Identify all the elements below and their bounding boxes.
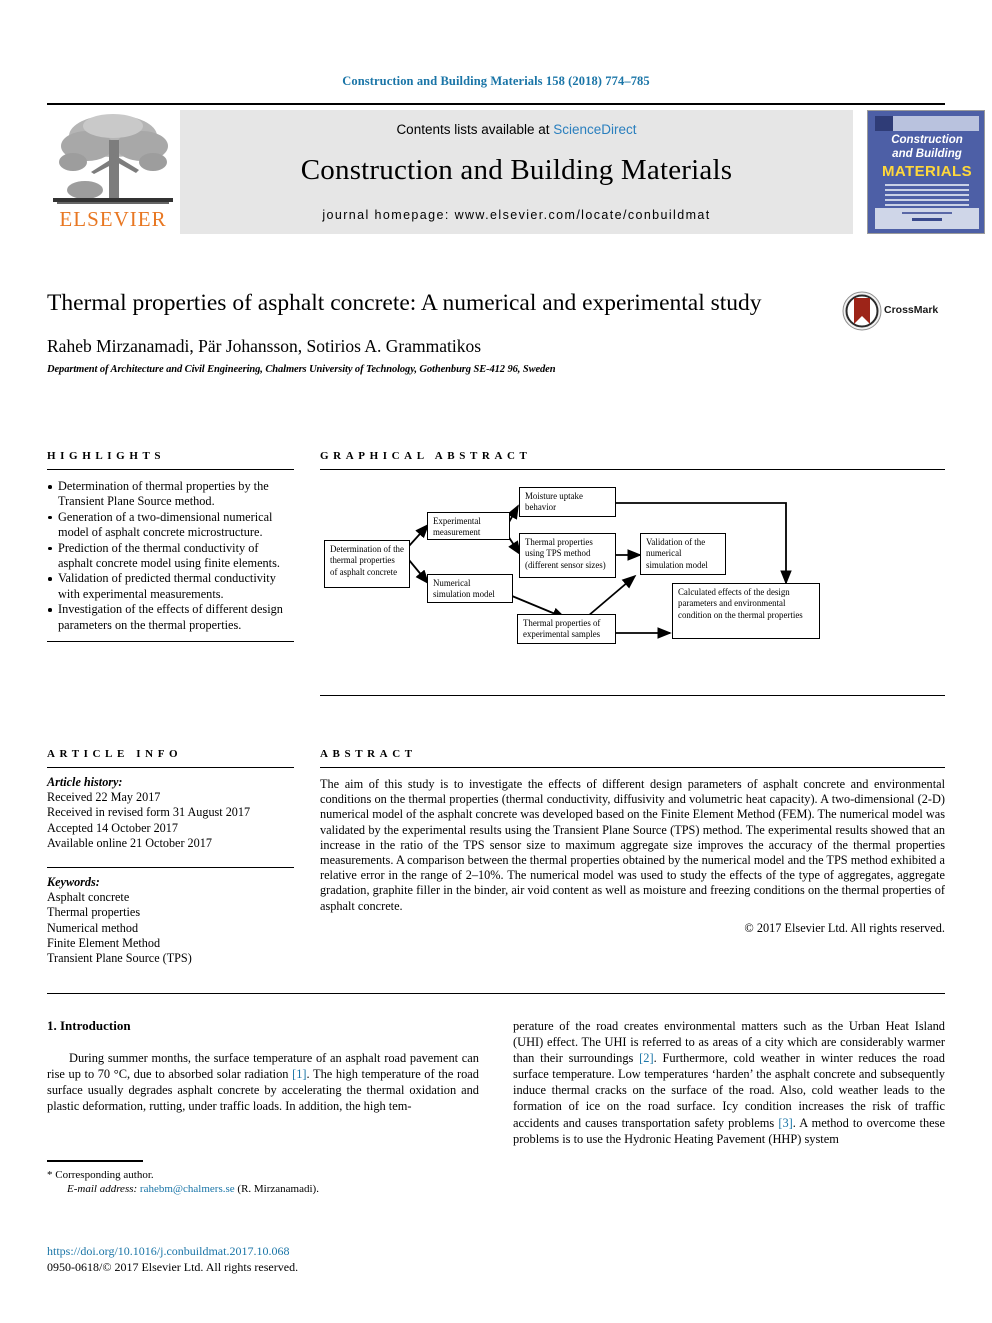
- contents-prefix: Contents lists available at: [396, 122, 554, 137]
- body-separator-rule: [47, 993, 945, 994]
- highlights-list: Determination of thermal properties by t…: [47, 479, 294, 633]
- history-item: Received 22 May 2017: [47, 790, 161, 805]
- corresponding-author-text: Corresponding author.: [55, 1168, 154, 1181]
- abstract-heading: Abstract: [320, 748, 417, 760]
- abstract-text: The aim of this study is to investigate …: [320, 777, 945, 913]
- graphical-abstract-bottom-rule: [320, 695, 945, 696]
- contents-line: Contents lists available at ScienceDirec…: [180, 122, 853, 137]
- email-line: E-mail address: rahebm@chalmers.se (R. M…: [47, 1182, 479, 1196]
- keywords-rule: [47, 867, 294, 869]
- introduction-column-right: perature of the road creates environment…: [513, 1018, 945, 1147]
- graphical-abstract-figure: Determination of the thermal properties …: [320, 478, 945, 693]
- corresponding-marker: *: [47, 1168, 53, 1181]
- email-link[interactable]: rahebm@chalmers.se: [140, 1183, 235, 1195]
- list-item: Prediction of the thermal conductivity o…: [47, 541, 294, 572]
- masthead-top-rule: [47, 103, 945, 105]
- cover-line-2: and Building: [892, 148, 962, 160]
- highlights-heading: Highlights: [47, 450, 166, 462]
- journal-title: Construction and Building Materials: [300, 154, 733, 186]
- keyword-item: Thermal properties: [47, 905, 141, 920]
- ga-box-tps-properties: Thermal properties using TPS method (dif…: [519, 533, 616, 578]
- keyword-item: Numerical method: [47, 920, 139, 935]
- article-info-section: Article info Article history: Received 2…: [47, 748, 294, 966]
- corresponding-author-line: * Corresponding author.: [47, 1168, 479, 1182]
- paper-page: Construction and Building Materials 158 …: [0, 0, 992, 1323]
- abstract-copyright: © 2017 Elsevier Ltd. All rights reserved…: [744, 920, 945, 935]
- article-info-heading: Article info: [47, 748, 183, 760]
- list-item: Investigation of the effects of differen…: [47, 602, 294, 633]
- author-names: Raheb Mirzanamadi, Pär Johansson, Sotiri…: [47, 336, 482, 356]
- crossmark-icon: [842, 291, 882, 331]
- history-item: Received in revised form 31 August 2017: [47, 805, 251, 820]
- graphical-abstract-arrows: [408, 502, 792, 639]
- footnote-rule: [47, 1160, 143, 1162]
- graphical-abstract-rule: [320, 469, 945, 470]
- highlights-rule: [47, 469, 294, 470]
- doi-link[interactable]: https://doi.org/10.1016/j.conbuildmat.20…: [47, 1243, 547, 1259]
- ga-box-calculated: Calculated effects of the design paramet…: [672, 583, 820, 639]
- crossmark-badge[interactable]: CrossMark: [842, 291, 942, 333]
- citation-ref-2[interactable]: [2]: [639, 1051, 653, 1065]
- list-item: Validation of predicted thermal conducti…: [47, 571, 294, 602]
- cover-footer-panel: [875, 208, 979, 229]
- journal-cover-thumbnail: Construction and Building MATERIALS: [867, 110, 985, 234]
- ga-box-experimental: Experimental measurement: [427, 512, 510, 540]
- sciencedirect-link[interactable]: ScienceDirect: [553, 122, 636, 137]
- article-history: Article history: Received 22 May 2017 Re…: [47, 775, 294, 851]
- list-item: Determination of thermal properties by t…: [47, 479, 294, 510]
- ga-box-moisture: Moisture uptake behavior: [519, 487, 616, 517]
- keywords-block: Keywords: Asphalt concrete Thermal prope…: [47, 875, 294, 966]
- ga-box-determination: Determination of the thermal properties …: [324, 540, 410, 588]
- keyword-item: Asphalt concrete: [47, 890, 130, 905]
- ga-box-validation: Validation of the numerical simulation m…: [640, 533, 726, 575]
- ga-box-exp-properties: Thermal properties of experimental sampl…: [517, 614, 616, 644]
- crossmark-label: CrossMark: [884, 304, 939, 316]
- page-title: Thermal properties of asphalt concrete: …: [47, 290, 762, 316]
- graphical-abstract-heading: Graphical abstract: [320, 450, 532, 462]
- ga-box-numerical-model: Numerical simulation model: [427, 574, 513, 603]
- footnote-block: * Corresponding author. E-mail address: …: [47, 1160, 479, 1196]
- running-head: Construction and Building Materials 158 …: [342, 74, 650, 88]
- doi-block: https://doi.org/10.1016/j.conbuildmat.20…: [47, 1243, 547, 1275]
- journal-homepage[interactable]: journal homepage: www.elsevier.com/locat…: [180, 208, 853, 222]
- author-list: Raheb Mirzanamadi, Pär Johansson, Sotiri…: [47, 336, 945, 357]
- history-item: Accepted 14 October 2017: [47, 820, 178, 835]
- list-item: Generation of a two-dimensional numerica…: [47, 510, 294, 541]
- article-info-rule: [47, 767, 294, 768]
- graphical-abstract-section: Graphical abstract: [320, 450, 945, 696]
- article-history-label: Article history:: [47, 775, 123, 789]
- introduction-column-left: 1. Introduction During summer months, th…: [47, 1018, 479, 1114]
- cover-line-1: Construction: [891, 134, 963, 146]
- keywords-label: Keywords:: [47, 875, 100, 890]
- cover-subtext: [885, 184, 969, 209]
- affiliation: Department of Architecture and Civil Eng…: [47, 364, 556, 375]
- highlights-bottom-rule: [47, 641, 294, 643]
- citation-ref-3[interactable]: [3]: [778, 1116, 792, 1130]
- intro-paragraph-left: During summer months, the surface temper…: [47, 1050, 479, 1114]
- intro-paragraph-right: perature of the road creates environment…: [513, 1018, 945, 1147]
- abstract-section: Abstract The aim of this study is to inv…: [320, 748, 945, 936]
- section-title-introduction: 1. Introduction: [47, 1018, 131, 1033]
- elsevier-tree-icon: [53, 114, 173, 204]
- abstract-rule: [320, 767, 945, 768]
- citation-ref-1[interactable]: [1]: [292, 1067, 306, 1081]
- title-block: Thermal properties of asphalt concrete: …: [47, 288, 945, 375]
- history-item: Available online 21 October 2017: [47, 835, 212, 850]
- email-owner: (R. Mirzanamadi).: [237, 1182, 319, 1195]
- elsevier-logo: ELSEVIER: [47, 110, 179, 234]
- highlights-section: Highlights Determination of thermal prop…: [47, 450, 294, 643]
- journal-band: Contents lists available at ScienceDirec…: [180, 110, 853, 234]
- email-label: E-mail address:: [67, 1182, 138, 1195]
- cover-line-3: MATERIALS: [882, 163, 972, 180]
- elsevier-wordmark: ELSEVIER: [59, 207, 167, 231]
- issn-copyright-line: 0950-0618/© 2017 Elsevier Ltd. All right…: [47, 1260, 299, 1274]
- keyword-item: Finite Element Method: [47, 935, 161, 950]
- journal-masthead: ELSEVIER Contents lists available at Sci…: [47, 103, 985, 234]
- keyword-item: Transient Plane Source (TPS): [47, 951, 192, 966]
